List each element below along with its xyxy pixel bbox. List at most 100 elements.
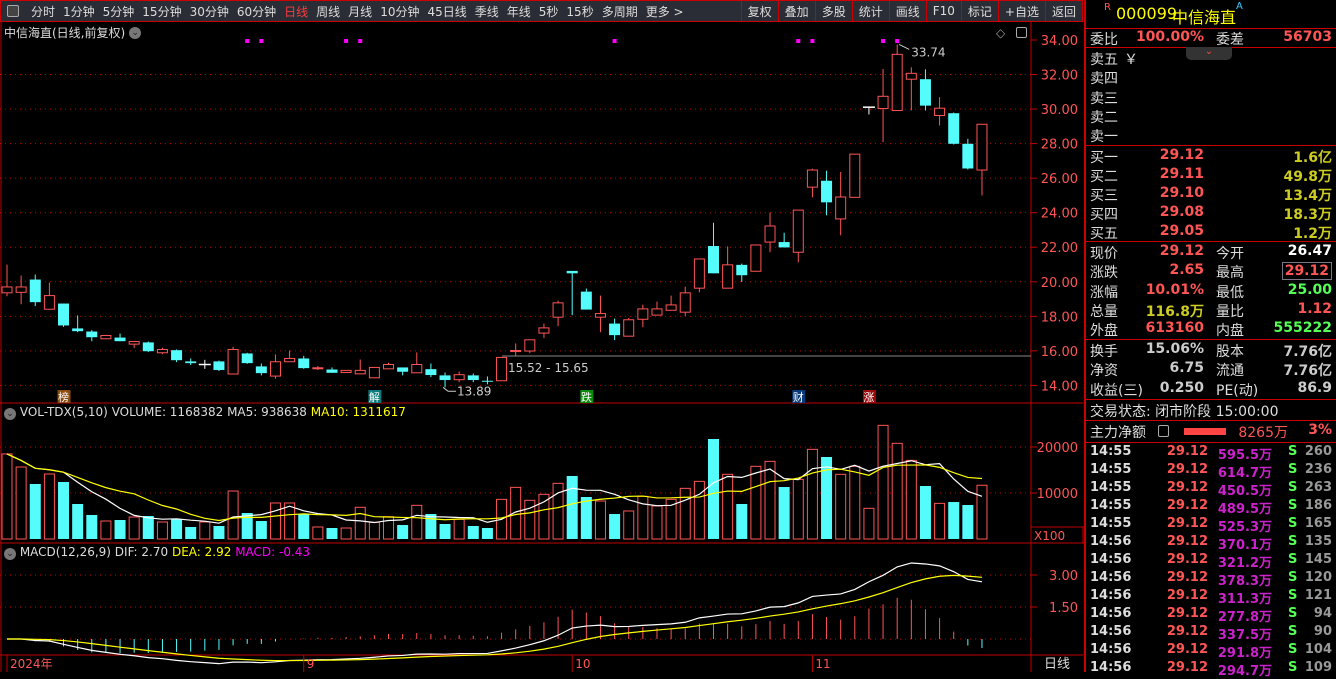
list-icon[interactable] <box>1158 425 1169 437</box>
stat-value: 7.76亿 <box>1283 344 1332 360</box>
ask-label: 卖五 <box>1090 52 1118 68</box>
diamond-icon[interactable]: ◇ <box>996 26 1005 40</box>
stat-label: 最低 <box>1216 284 1244 301</box>
bid-price: 29.12 <box>1159 147 1204 163</box>
trade-amount: 450.5万 <box>1217 484 1272 499</box>
bid-volume: 49.8万 <box>1283 169 1332 185</box>
trade-time: 14:56 <box>1090 642 1132 657</box>
main-flow-value: 8265万 <box>1238 425 1288 441</box>
yuan-icon: ￥ <box>1124 52 1138 68</box>
bid-label: 买五 <box>1090 226 1118 242</box>
stat-value: 116.8万 <box>1145 303 1204 320</box>
candle-body-up <box>806 169 818 188</box>
r-flag: R <box>1104 2 1111 13</box>
candle-body-down <box>919 79 931 106</box>
trade-time: 14:56 <box>1090 588 1132 603</box>
candle-body-up <box>1 286 13 294</box>
candle-body-down <box>58 303 70 326</box>
candle-body-up <box>496 356 508 382</box>
candle-body-up <box>156 348 168 354</box>
trade-amount: 311.3万 <box>1217 592 1272 607</box>
ask-row: 卖一 <box>1086 126 1336 145</box>
macd-legend: ⌄ MACD(12,26,9) DIF: 2.70 DEA: 2.92 MACD… <box>4 545 310 560</box>
stock-suffix: A <box>1236 1 1243 12</box>
candle-body-down <box>467 375 479 381</box>
candle-body-up <box>128 341 140 345</box>
y-tick-label: 22.00 <box>1041 241 1078 256</box>
trade-amount: 294.7万 <box>1217 664 1272 679</box>
ask-label: 卖二 <box>1090 109 1118 126</box>
trade-row: 14:55 29.12 489.5万 S 186 <box>1086 498 1336 517</box>
trade-price: 29.12 <box>1166 498 1208 513</box>
chevron-down-icon[interactable]: ⌄ <box>4 408 16 420</box>
candle-body-up <box>100 334 112 340</box>
trade-row: 14:56 29.12 337.5万 S 90 <box>1086 624 1336 643</box>
macd-dif: DIF: 2.70 <box>114 545 169 559</box>
volume-bar-up <box>312 526 324 540</box>
main-flow-bar <box>1184 428 1226 435</box>
range-label: 15.52 - 15.65 <box>508 361 589 375</box>
stat-row: 换手 15.06% 股本 7.76亿 <box>1086 341 1336 360</box>
volume-bar-up <box>15 466 27 540</box>
flag-label: 解 <box>369 390 380 404</box>
volume-bar-up <box>269 502 281 540</box>
bid-label: 买二 <box>1090 169 1118 185</box>
volume-bar-up <box>284 502 296 540</box>
volume-bar-down <box>114 520 126 539</box>
chevron-down-icon[interactable]: ⌄ <box>129 26 142 39</box>
candle-body-down <box>114 337 126 342</box>
candle-body-up <box>227 348 239 375</box>
candle-body-up <box>665 304 677 311</box>
low-arrow <box>442 386 457 392</box>
candle-body-down <box>171 350 183 361</box>
chevron-down-icon[interactable]: ⌄ <box>4 548 16 560</box>
volume-bar-up <box>227 490 239 540</box>
candle-body-up <box>693 258 705 289</box>
y-tick-label: 30.00 <box>1041 103 1078 118</box>
y-tick-label: 14.00 <box>1041 379 1078 394</box>
bid-row: 买三 29.10 13.4万 <box>1086 185 1336 204</box>
y-tick-label: 16.00 <box>1041 345 1078 360</box>
candle-body-down <box>255 366 267 374</box>
kline-chart[interactable]: 34.00 32.00 30.00 28.00 26.00 24.00 22.00 20.00… <box>0 0 1084 672</box>
volume-bar-up <box>340 527 352 540</box>
candle-body-down <box>213 361 225 371</box>
volume-bar-up <box>1 453 13 540</box>
trade-count: 120 <box>1304 570 1332 585</box>
candle-body-up <box>623 319 635 337</box>
volume-bar-down <box>425 514 437 539</box>
trade-price: 29.12 <box>1166 624 1208 639</box>
flag-label: 涨 <box>863 391 874 404</box>
volume-bar-down <box>736 503 748 539</box>
candle-body-up <box>552 302 564 318</box>
volume-bar-down <box>86 514 98 539</box>
candle-body-up <box>637 308 649 320</box>
flag-label: 财 <box>793 390 804 404</box>
volume-bar-down <box>778 487 790 539</box>
candle-body-up <box>368 366 380 379</box>
stat-value: 7.76亿 <box>1283 363 1332 380</box>
x-tick-label: 9 <box>307 657 315 671</box>
trade-time: 14:55 <box>1090 462 1132 477</box>
bid-volume: 1.6亿 <box>1293 150 1332 166</box>
candle-body-up <box>651 308 663 316</box>
vol-ma5: MA5: 938638 <box>227 405 307 419</box>
trade-side: S <box>1288 534 1298 549</box>
trade-price: 29.12 <box>1166 444 1208 459</box>
y-tick-label: 34.00 <box>1041 34 1078 49</box>
trade-side: S <box>1288 570 1298 585</box>
expand-icon[interactable] <box>1016 27 1027 38</box>
trade-side: S <box>1288 444 1298 459</box>
candle-body-down <box>241 353 253 364</box>
stat-label: 净资 <box>1090 363 1118 380</box>
candle-body-up <box>284 357 296 363</box>
trade-price: 29.12 <box>1166 570 1208 585</box>
event-marker <box>881 39 886 43</box>
trade-row: 14:56 29.12 277.8万 S 94 <box>1086 606 1336 625</box>
vol-legend: ⌄ VOL-TDX(5,10) VOLUME: 1168382 MA5: 938… <box>4 405 406 420</box>
trade-count: 165 <box>1304 516 1332 531</box>
volume-bar-up <box>43 473 55 540</box>
trade-count: 186 <box>1304 498 1332 513</box>
macd-dea-line <box>7 574 983 662</box>
trade-side: S <box>1288 480 1298 495</box>
